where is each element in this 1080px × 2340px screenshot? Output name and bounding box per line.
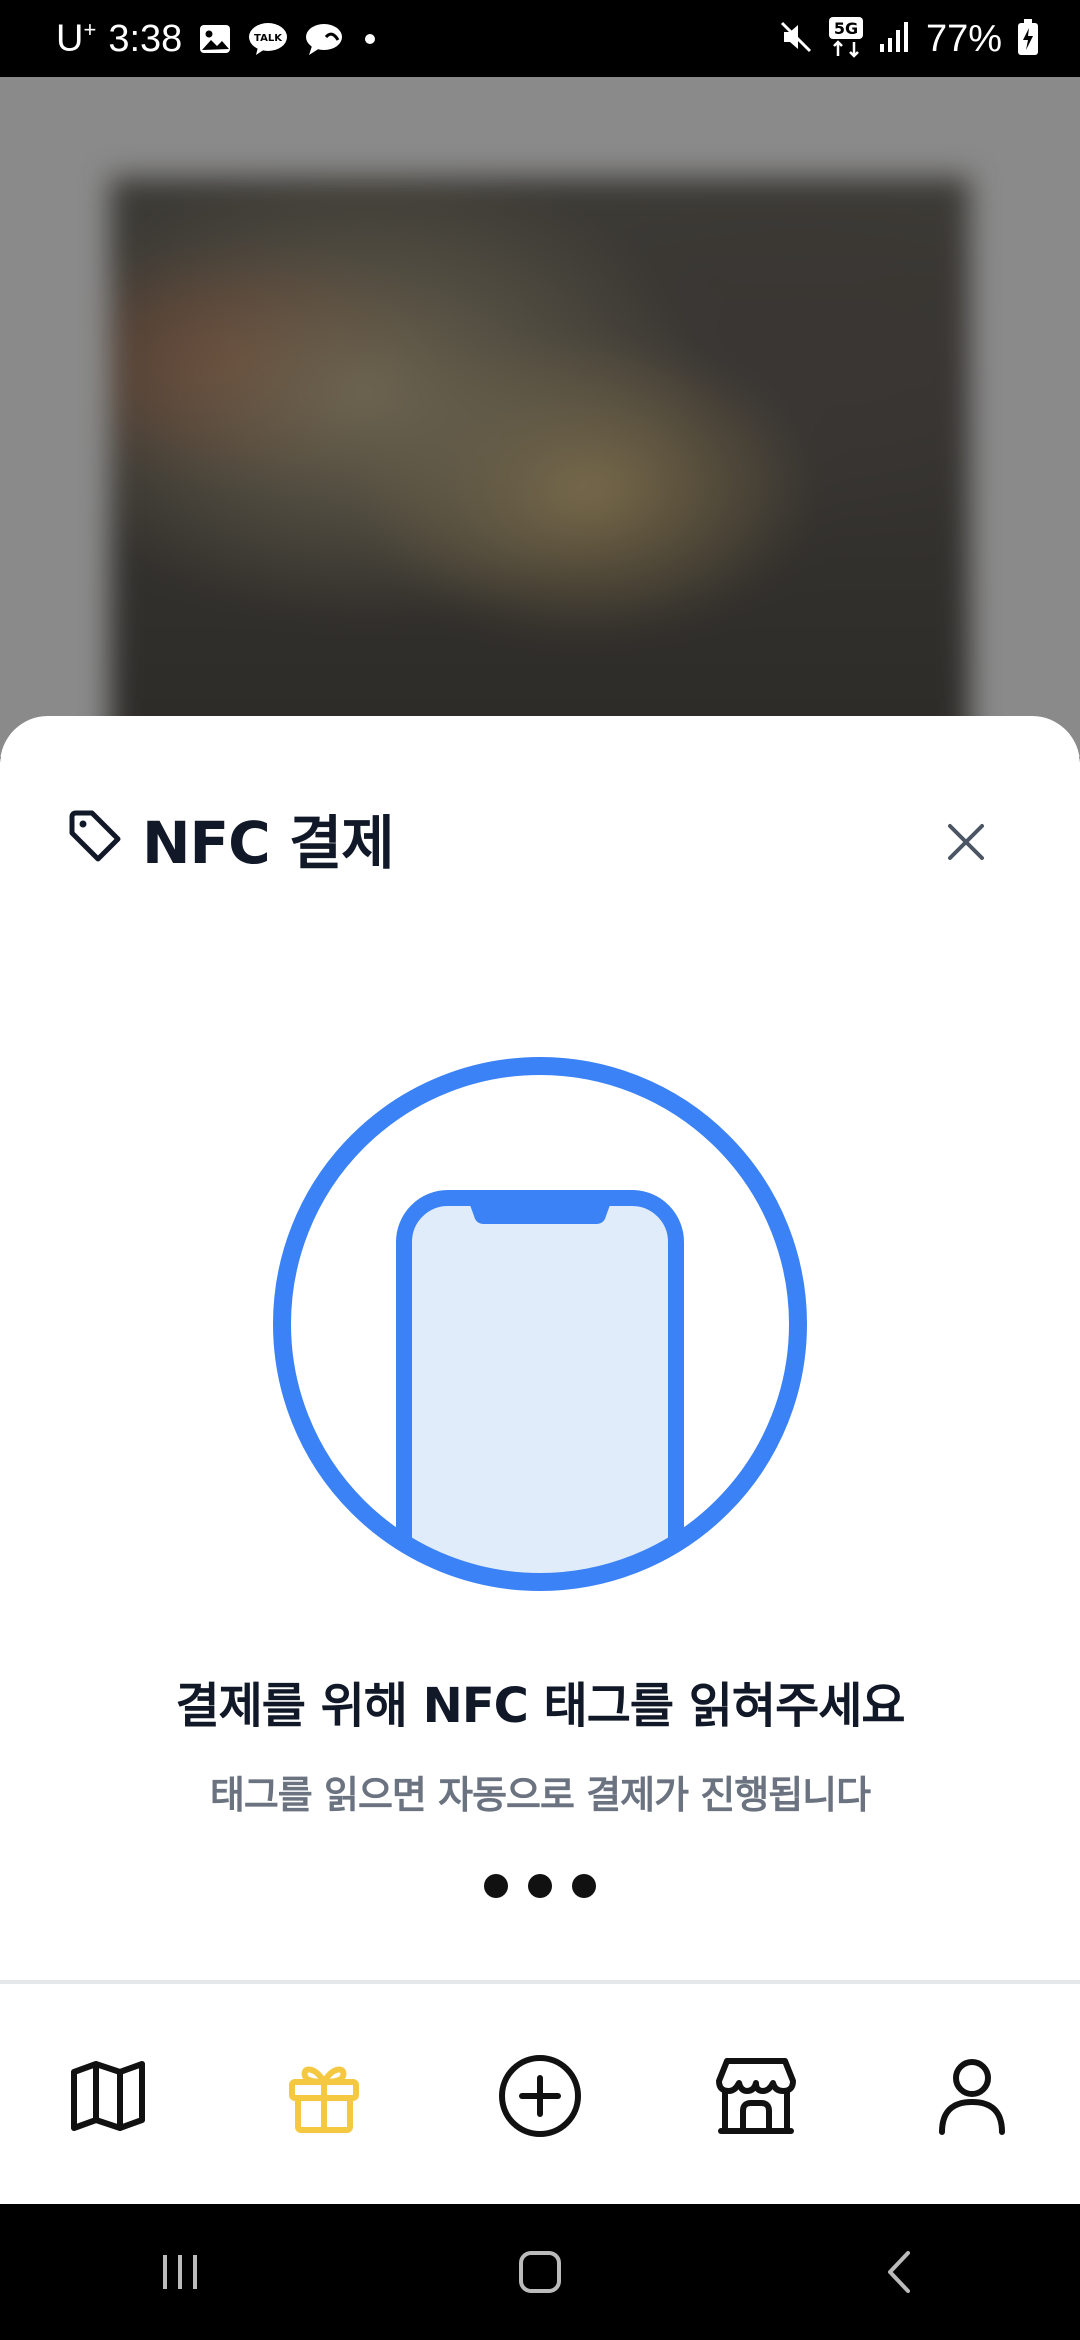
recent-apps-icon (163, 2255, 197, 2289)
store-icon (716, 2058, 796, 2134)
sub-instruction: 태그를 읽으면 자동으로 결제가 진행됩니다 (209, 1773, 871, 1817)
gallery-notification-icon (198, 22, 232, 56)
nav-map[interactable] (0, 1984, 216, 2208)
more-notifications-dot-icon (360, 29, 380, 49)
5g-network-icon: 5G (828, 16, 864, 62)
loading-dot (528, 1874, 552, 1898)
nav-gift[interactable] (216, 1984, 432, 2208)
mute-icon (778, 19, 814, 59)
system-navigation-bar (0, 2204, 1080, 2340)
close-button[interactable] (938, 814, 994, 870)
svg-text:TALK: TALK (254, 33, 283, 44)
battery-charging-icon (1016, 18, 1040, 60)
blurred-background-image (110, 177, 970, 757)
clock: 3:38 (108, 17, 183, 60)
close-icon (948, 824, 984, 860)
gift-icon (289, 2066, 359, 2133)
back-button[interactable] (840, 2222, 960, 2322)
sheet-header: NFC 결제 (66, 796, 395, 880)
carrier-label: U+ (56, 17, 97, 60)
loading-indicator (0, 1874, 1080, 1898)
kakaotalk-notification-icon: TALK (248, 22, 288, 56)
status-bar: U+ 3:38 TALK 5G 77% (0, 0, 1080, 77)
back-icon (888, 2251, 910, 2293)
nav-store[interactable] (648, 1984, 864, 2208)
chat-bubble-notification-icon (304, 22, 344, 56)
loading-dot (484, 1874, 508, 1898)
svg-text:5G: 5G (834, 19, 858, 38)
background-content (0, 77, 1080, 757)
phone-icon (396, 1190, 684, 1582)
home-icon (519, 2251, 561, 2293)
tag-icon (66, 807, 124, 869)
recent-apps-button[interactable] (120, 2222, 240, 2322)
sheet-title: NFC 결제 (142, 809, 395, 877)
plus-circle-icon (499, 2055, 581, 2137)
bottom-navigation (0, 1980, 1080, 2208)
home-button[interactable] (480, 2222, 600, 2322)
loading-dot (572, 1874, 596, 1898)
map-icon (71, 2061, 145, 2131)
nfc-phone-illustration (270, 1054, 810, 1594)
user-icon (939, 2059, 1005, 2135)
signal-icon (878, 20, 912, 58)
main-instruction: 결제를 위해 NFC 태그를 읽혀주세요 (175, 1678, 905, 1734)
battery-percent: 77% (925, 17, 1002, 60)
nav-add[interactable] (432, 1984, 648, 2208)
nav-profile[interactable] (864, 1984, 1080, 2208)
